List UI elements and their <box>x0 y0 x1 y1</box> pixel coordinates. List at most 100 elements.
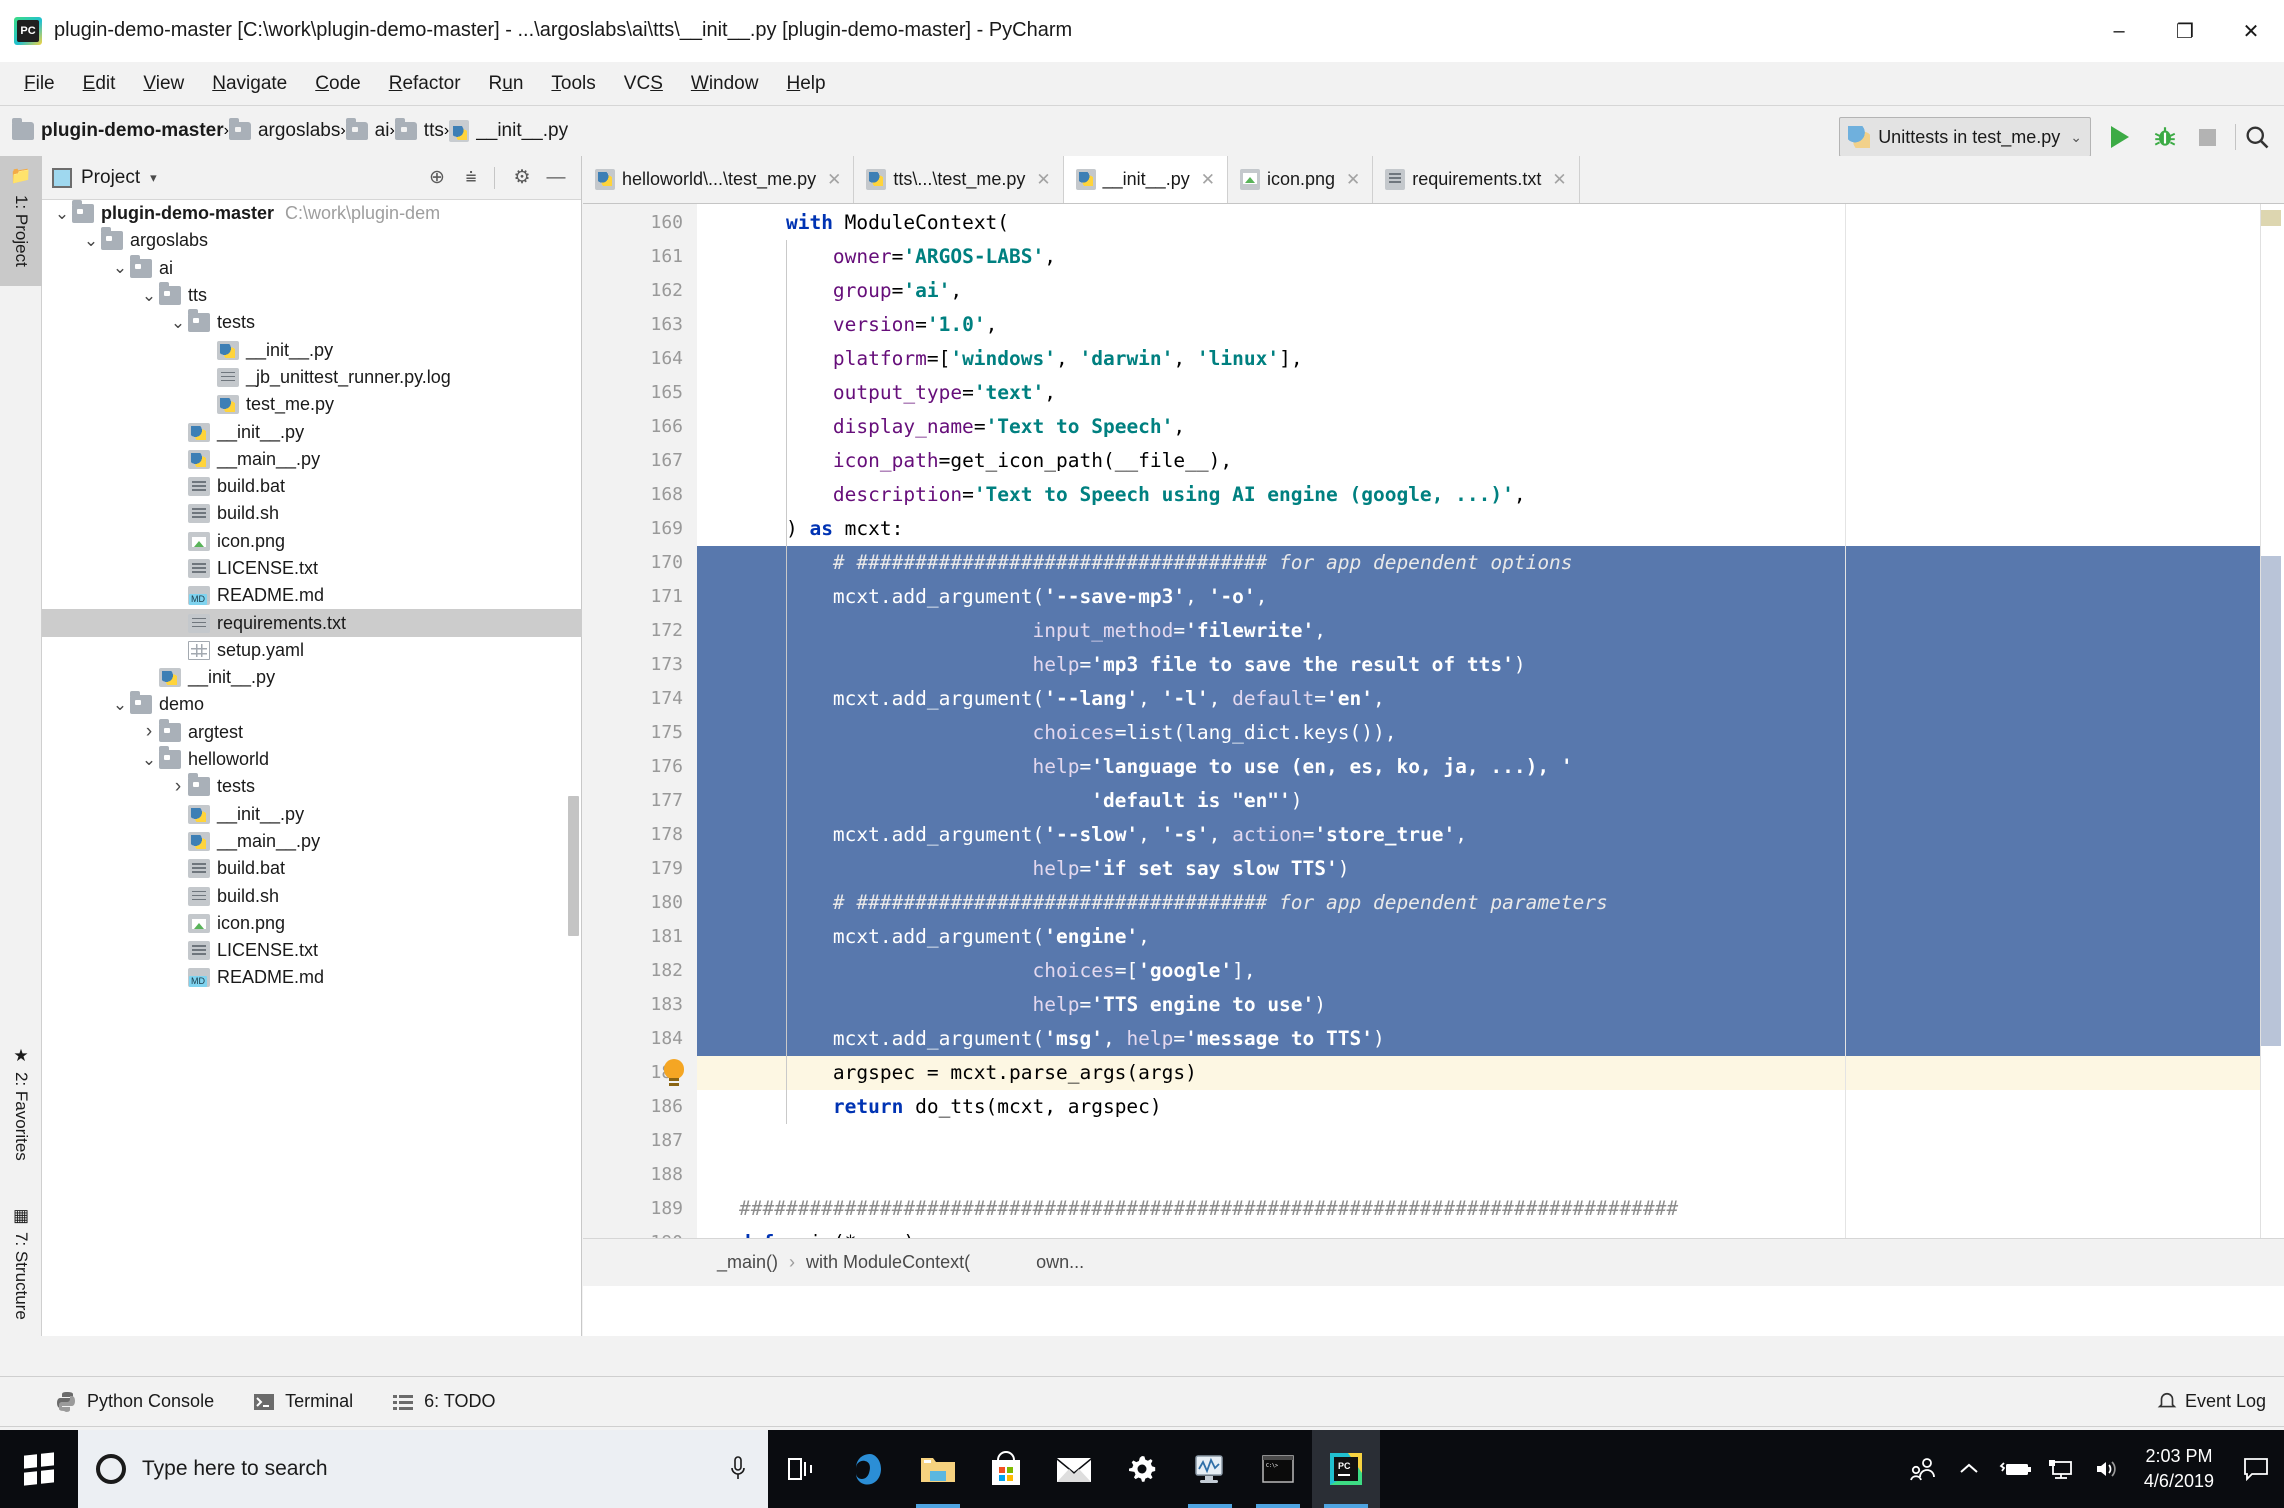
code-line[interactable]: 'default is "en"') <box>697 784 2284 818</box>
tree-row[interactable]: build.bat <box>42 855 582 882</box>
microphone-icon[interactable] <box>726 1454 750 1484</box>
project-tree-scrollbar[interactable] <box>568 796 579 936</box>
code-line[interactable]: ) as mcxt: <box>697 512 2284 546</box>
tree-row[interactable]: README.md <box>42 582 582 609</box>
sidebar-tab-favorites[interactable]: ★ 2: Favorites <box>0 1036 42 1186</box>
chevron-right-icon[interactable]: › <box>139 721 159 743</box>
pycharm-taskbar-icon[interactable]: PC <box>1312 1430 1380 1508</box>
debug-button[interactable] <box>2146 118 2184 156</box>
menu-item-help[interactable]: Help <box>772 69 839 99</box>
tree-row[interactable]: __init__.py <box>42 418 582 445</box>
code-line[interactable]: icon_path=get_icon_path(__file__), <box>697 444 2284 478</box>
tree-row[interactable]: › tests <box>42 773 582 800</box>
tree-row[interactable]: README.md <box>42 964 582 991</box>
chevron-down-icon[interactable]: ⌄ <box>139 751 159 768</box>
code-line[interactable]: platform=['windows', 'darwin', 'linux'], <box>697 342 2284 376</box>
menu-item-view[interactable]: View <box>129 69 198 99</box>
chevron-down-icon[interactable]: ▾ <box>150 170 157 186</box>
hide-icon[interactable]: — <box>541 163 571 193</box>
menu-item-window[interactable]: Window <box>677 69 773 99</box>
menu-item-file[interactable]: File <box>10 69 69 99</box>
run-configuration-selector[interactable]: Unittests in test_me.py ⌄ <box>1839 117 2091 157</box>
tree-row[interactable]: build.sh <box>42 882 582 909</box>
people-icon[interactable] <box>1900 1430 1946 1508</box>
editor-tab-requirements-txt[interactable]: requirements.txt ✕ <box>1373 156 1580 203</box>
bottom-tab-todo[interactable]: 6: TODO <box>391 1390 495 1414</box>
tree-row[interactable]: setup.yaml <box>42 637 582 664</box>
menu-item-tools[interactable]: Tools <box>537 69 609 99</box>
menu-item-code[interactable]: Code <box>301 69 374 99</box>
code-line[interactable]: help='TTS engine to use') <box>697 988 2284 1022</box>
tree-row[interactable]: __main__.py <box>42 446 582 473</box>
code-line[interactable]: help='mp3 file to save the result of tts… <box>697 648 2284 682</box>
tree-row[interactable]: ⌄ ai <box>42 254 582 282</box>
sidebar-tab-structure[interactable]: ▦ 7: Structure <box>0 1196 42 1336</box>
tree-row[interactable]: ⌄ tts <box>42 282 582 309</box>
tree-row[interactable]: ⌄ demo <box>42 691 582 718</box>
tree-row[interactable]: ⌄ helloworld <box>42 746 582 773</box>
chevron-down-icon[interactable]: ⌄ <box>110 696 130 713</box>
menu-item-vcs[interactable]: VCS <box>610 69 677 99</box>
code-line[interactable]: version='1.0', <box>697 308 2284 342</box>
bottom-tab-python-console[interactable]: Python Console <box>54 1390 214 1414</box>
code-line[interactable] <box>697 1158 2284 1192</box>
tree-row[interactable]: ⌄ argoslabs <box>42 227 582 254</box>
code-line[interactable]: mcxt.add_argument('msg', help='message t… <box>697 1022 2284 1056</box>
tree-row[interactable]: ⌄ tests <box>42 309 582 336</box>
microsoft-store-icon[interactable] <box>972 1430 1040 1508</box>
code-line[interactable] <box>697 1124 2284 1158</box>
mail-icon[interactable] <box>1040 1430 1108 1508</box>
code-line[interactable]: group='ai', <box>697 274 2284 308</box>
editor-marker-bar[interactable] <box>2260 204 2284 1286</box>
tree-row[interactable]: LICENSE.txt <box>42 555 582 582</box>
battery-icon[interactable] <box>1992 1430 2038 1508</box>
editor-tab--init-py[interactable]: __init__.py ✕ <box>1063 156 1228 203</box>
code-line[interactable]: output_type='text', <box>697 376 2284 410</box>
project-tree[interactable]: ⌄ plugin-demo-master C:\work\plugin-dem ⌄ ar… <box>42 200 582 1336</box>
collapse-all-icon[interactable]: ⩧ <box>456 163 486 193</box>
tree-row[interactable]: _jb_unittest_runner.py.log <box>42 364 582 391</box>
code-line[interactable]: help='if set say slow TTS') <box>697 852 2284 886</box>
breadcrumb-item-argoslabs[interactable]: argoslabs <box>228 118 340 142</box>
tree-row[interactable]: LICENSE.txt <box>42 937 582 964</box>
chevron-down-icon[interactable]: ⌄ <box>168 314 188 331</box>
breadcrumb-item-plugin-demo-master[interactable]: plugin-demo-master <box>12 118 224 142</box>
maximize-button[interactable]: ❐ <box>2152 0 2218 62</box>
editor-breadcrumb-item[interactable]: own... <box>1036 1252 1084 1273</box>
taskbar-clock[interactable]: 2:03 PM 4/6/2019 <box>2130 1444 2228 1494</box>
code-line[interactable]: display_name='Text to Speech', <box>697 410 2284 444</box>
code-line[interactable]: # ################################### fo… <box>697 546 2284 580</box>
tree-row[interactable]: › argtest <box>42 718 582 746</box>
search-everywhere-button[interactable] <box>2238 118 2276 156</box>
resource-monitor-icon[interactable] <box>1176 1430 1244 1508</box>
tree-row[interactable]: ⌄ plugin-demo-master C:\work\plugin-dem <box>42 200 582 227</box>
close-icon[interactable]: ✕ <box>1552 170 1566 190</box>
breadcrumb-item-ai[interactable]: ai <box>345 118 389 142</box>
gear-icon[interactable]: ⚙ <box>507 163 537 193</box>
minimize-button[interactable]: – <box>2086 0 2152 62</box>
tree-row[interactable]: __init__.py <box>42 336 582 363</box>
menu-item-refactor[interactable]: Refactor <box>375 69 475 99</box>
code-line[interactable]: # ################################### fo… <box>697 886 2284 920</box>
command-prompt-icon[interactable]: C:\> <box>1244 1430 1312 1508</box>
close-button[interactable]: ✕ <box>2218 0 2284 62</box>
show-hidden-icons-icon[interactable] <box>1946 1430 1992 1508</box>
editor-tab-helloworld-test-me-py[interactable]: helloworld\...\test_me.py ✕ <box>583 156 855 203</box>
editor-breadcrumb[interactable]: _main() › with ModuleContext(own... <box>583 1238 2284 1286</box>
editor-breadcrumb-item[interactable]: with ModuleContext( <box>806 1252 970 1273</box>
tree-row[interactable]: __init__.py <box>42 664 582 691</box>
code-line[interactable]: input_method='filewrite', <box>697 614 2284 648</box>
tree-row[interactable]: icon.png <box>42 528 582 555</box>
code-line[interactable]: owner='ARGOS-LABS', <box>697 240 2284 274</box>
tree-row[interactable]: __main__.py <box>42 828 582 855</box>
taskbar-search-box[interactable]: Type here to search <box>78 1430 768 1508</box>
code-line[interactable]: mcxt.add_argument('--slow', '-s', action… <box>697 818 2284 852</box>
code-line[interactable]: mcxt.add_argument('engine', <box>697 920 2284 954</box>
menu-item-edit[interactable]: Edit <box>69 69 130 99</box>
chevron-down-icon[interactable]: ⌄ <box>81 232 101 249</box>
close-icon[interactable]: ✕ <box>1346 170 1360 190</box>
file-explorer-icon[interactable] <box>904 1430 972 1508</box>
close-icon[interactable]: ✕ <box>1201 170 1215 190</box>
code-line[interactable]: with ModuleContext( <box>697 206 2284 240</box>
tree-row[interactable]: build.bat <box>42 473 582 500</box>
